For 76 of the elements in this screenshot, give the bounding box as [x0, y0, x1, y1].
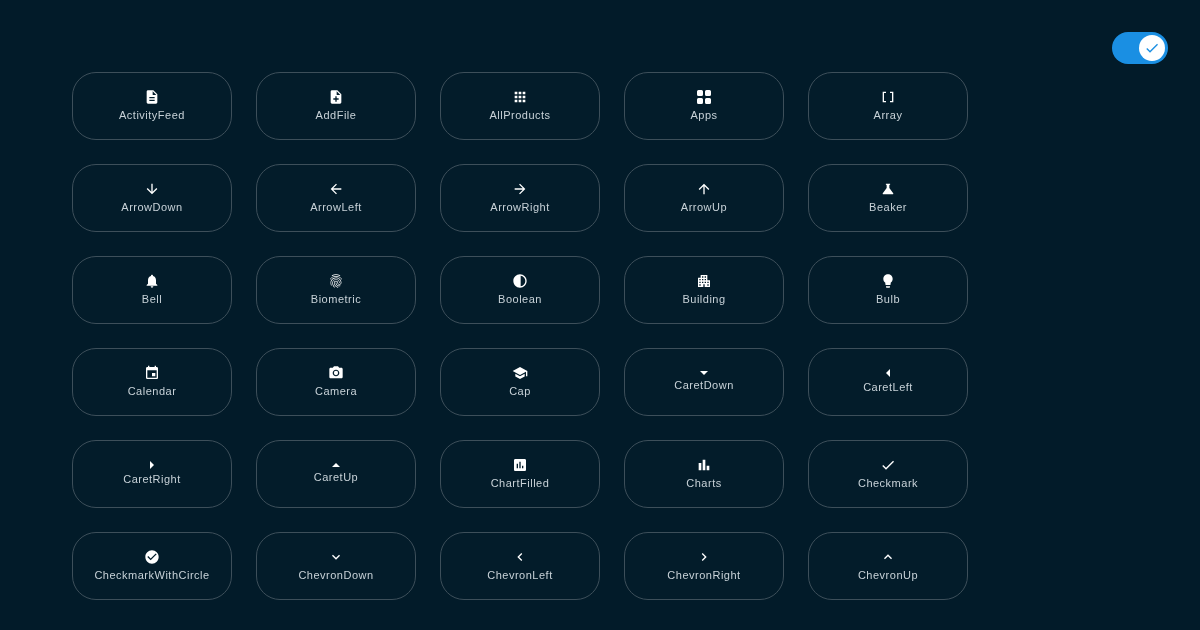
icon-card[interactable]: ChevronRight: [624, 532, 784, 600]
icon-card[interactable]: Bell: [72, 256, 232, 324]
icon-card[interactable]: ChevronLeft: [440, 532, 600, 600]
icon-label: Apps: [690, 107, 718, 123]
icon-card[interactable]: ArrowUp: [624, 164, 784, 232]
icon-card[interactable]: Charts: [624, 440, 784, 508]
icon-label: CaretDown: [674, 377, 734, 393]
icon-card[interactable]: Cap: [440, 348, 600, 416]
caret-right-icon: [150, 460, 154, 469]
caret-down-icon: [700, 370, 708, 375]
chart-icon: [512, 456, 528, 473]
document-icon: [144, 88, 160, 105]
fingerprint-icon: [328, 272, 344, 289]
icon-card[interactable]: ChartFilled: [440, 440, 600, 508]
icon-card[interactable]: CaretLeft: [808, 348, 968, 416]
icon-label: Checkmark: [857, 475, 919, 491]
icon-card[interactable]: ChevronUp: [808, 532, 968, 600]
icon-card[interactable]: Calendar: [72, 348, 232, 416]
icon-card[interactable]: ArrowDown: [72, 164, 232, 232]
bell-icon: [144, 272, 160, 289]
icon-card[interactable]: Checkmark: [808, 440, 968, 508]
icon-label: Camera: [314, 383, 358, 399]
icon-card[interactable]: CheckmarkWithCircle: [72, 532, 232, 600]
icon-label: ChevronLeft: [487, 567, 553, 583]
caret-up-icon: [332, 462, 340, 467]
icon-card[interactable]: Apps: [624, 72, 784, 140]
caret-left-icon: [886, 368, 890, 377]
icon-label: ArrowDown: [121, 199, 183, 215]
icon-label: Boolean: [498, 291, 542, 307]
icon-card[interactable]: Boolean: [440, 256, 600, 324]
icon-card[interactable]: Biometric: [256, 256, 416, 324]
icon-label: AddFile: [315, 107, 357, 123]
icon-label: Bulb: [876, 291, 900, 307]
icon-card[interactable]: CaretDown: [624, 348, 784, 416]
icon-card[interactable]: Array: [808, 72, 968, 140]
icon-card[interactable]: CaretRight: [72, 440, 232, 508]
icon-card[interactable]: CaretUp: [256, 440, 416, 508]
icon-card[interactable]: Bulb: [808, 256, 968, 324]
grid-icon: [696, 88, 712, 105]
icon-label: ChevronDown: [298, 567, 374, 583]
building-icon: [696, 272, 712, 289]
icon-card[interactable]: Beaker: [808, 164, 968, 232]
icon-label: Biometric: [310, 291, 362, 307]
icon-label: ArrowLeft: [310, 199, 362, 215]
add-file-icon: [328, 88, 344, 105]
icon-label: CaretUp: [313, 469, 359, 485]
icon-card[interactable]: AddFile: [256, 72, 416, 140]
icon-card[interactable]: ArrowRight: [440, 164, 600, 232]
icon-label: CheckmarkWithCircle: [94, 567, 210, 583]
icon-label: Calendar: [127, 383, 177, 399]
icon-label: Charts: [686, 475, 722, 491]
camera-icon: [328, 364, 344, 381]
icon-card[interactable]: Building: [624, 256, 784, 324]
icon-card[interactable]: ChevronDown: [256, 532, 416, 600]
toggle-switch[interactable]: [1112, 32, 1168, 64]
icon-label: ChartFilled: [490, 475, 550, 491]
icon-card[interactable]: ArrowLeft: [256, 164, 416, 232]
icon-label: CaretLeft: [863, 379, 913, 395]
graduation-cap-icon: [512, 364, 528, 381]
calendar-icon: [144, 364, 160, 381]
icon-label: ChevronUp: [857, 567, 919, 583]
icon-label: CaretRight: [123, 471, 181, 487]
icon-label: Array: [873, 107, 903, 123]
icon-label: ArrowRight: [490, 199, 550, 215]
icon-label: Beaker: [869, 199, 907, 215]
icon-card[interactable]: Camera: [256, 348, 416, 416]
icon-label: AllProducts: [489, 107, 551, 123]
icon-label: ArrowUp: [680, 199, 728, 215]
icon-label: ChevronRight: [667, 567, 741, 583]
icon-label: Bell: [141, 291, 163, 307]
icon-label: Building: [682, 291, 726, 307]
icon-label: Cap: [509, 383, 531, 399]
icon-card[interactable]: ActivityFeed: [72, 72, 232, 140]
icon-card[interactable]: AllProducts: [440, 72, 600, 140]
bulb-icon: [880, 272, 896, 289]
icon-label: ActivityFeed: [119, 107, 185, 123]
